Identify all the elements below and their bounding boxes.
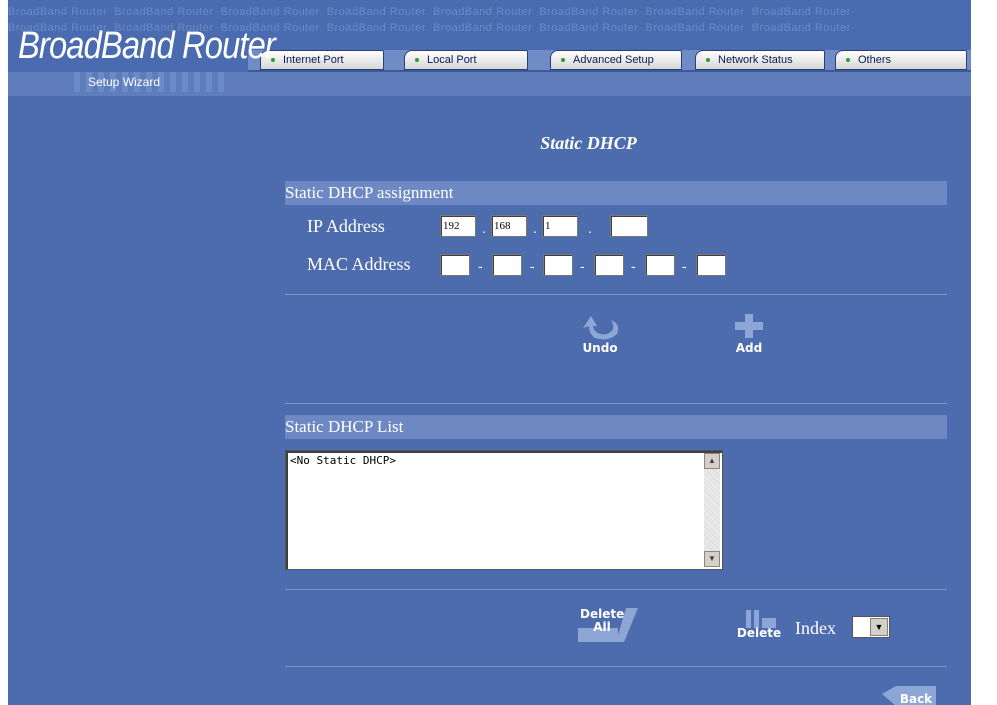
undo-button[interactable]: Undo bbox=[574, 312, 626, 355]
delete-label: Delete bbox=[736, 626, 782, 640]
tab-local-port[interactable]: Local Port bbox=[404, 50, 528, 70]
tab-others[interactable]: Others bbox=[835, 50, 967, 70]
delete-all-button[interactable]: Delete All bbox=[570, 604, 646, 646]
header: BroadBand Router BroadBand Router BroadB… bbox=[8, 0, 971, 96]
mac-octet-6-input[interactable] bbox=[696, 254, 726, 276]
nav-bar: Internet Port Local Port Advanced Setup … bbox=[248, 50, 971, 72]
undo-label: Undo bbox=[582, 341, 618, 355]
tab-advanced-setup[interactable]: Advanced Setup bbox=[550, 50, 682, 70]
back-button[interactable]: Back bbox=[878, 684, 938, 705]
mac-separator: - bbox=[478, 258, 483, 274]
undo-icon bbox=[583, 316, 619, 340]
tab-network-status[interactable]: Network Status bbox=[695, 50, 825, 70]
mac-octet-2-input[interactable] bbox=[492, 254, 522, 276]
mac-octet-3-input[interactable] bbox=[543, 254, 573, 276]
index-label: Index bbox=[795, 618, 836, 638]
ip-address-label: IP Address bbox=[307, 216, 385, 236]
scroll-up-icon[interactable]: ▲ bbox=[704, 453, 720, 469]
scroll-down-icon[interactable]: ▼ bbox=[704, 551, 720, 567]
ip-separator: . bbox=[533, 220, 537, 236]
list-heading: Static DHCP List bbox=[285, 415, 947, 439]
brand-logo: BroadBand Router bbox=[18, 25, 276, 67]
dropdown-arrow-icon[interactable]: ▼ bbox=[870, 618, 888, 636]
ip-octet-4-input[interactable] bbox=[610, 215, 648, 237]
index-select[interactable]: ▼ bbox=[852, 616, 890, 638]
bullet-icon bbox=[706, 58, 710, 63]
divider bbox=[285, 589, 947, 590]
back-label: Back bbox=[899, 692, 933, 705]
watermark-row: BroadBand Router BroadBand Router BroadB… bbox=[8, 6, 851, 18]
mac-octet-4-input[interactable] bbox=[594, 254, 624, 276]
scrollbar[interactable]: ▲ ▼ bbox=[704, 453, 720, 567]
setup-wizard-label: Setup Wizard bbox=[88, 75, 161, 89]
mac-separator: - bbox=[631, 258, 636, 274]
mac-octet-1-input[interactable] bbox=[440, 254, 470, 276]
mac-separator: - bbox=[580, 258, 585, 274]
plus-icon bbox=[735, 314, 763, 338]
mac-separator: - bbox=[682, 258, 687, 274]
divider bbox=[285, 666, 947, 667]
ip-octet-1-input[interactable]: 192 bbox=[440, 215, 476, 237]
tab-internet-port[interactable]: Internet Port bbox=[260, 50, 384, 70]
divider bbox=[285, 294, 947, 295]
divider bbox=[285, 403, 947, 404]
ip-octet-2-input[interactable]: 168 bbox=[491, 215, 527, 237]
add-label: Add bbox=[735, 341, 763, 355]
bullet-icon bbox=[561, 58, 565, 63]
assignment-heading: Static DHCP assignment bbox=[285, 181, 947, 205]
list-item[interactable]: <No Static DHCP> bbox=[290, 454, 396, 467]
mac-separator: - bbox=[530, 258, 535, 274]
bullet-icon bbox=[846, 58, 850, 63]
page-title: Static DHCP bbox=[540, 133, 637, 153]
delete-all-label: Delete All bbox=[580, 607, 625, 634]
setup-wizard-link[interactable]: Setup Wizard bbox=[8, 72, 228, 92]
ip-separator: . bbox=[588, 220, 592, 236]
static-dhcp-listbox[interactable]: <No Static DHCP> ▲ ▼ bbox=[285, 450, 723, 570]
ip-separator: . bbox=[482, 220, 486, 236]
mac-octet-5-input[interactable] bbox=[645, 254, 675, 276]
ip-octet-3-input[interactable]: 1 bbox=[542, 215, 578, 237]
add-button[interactable]: Add bbox=[726, 312, 772, 355]
router-page: BroadBand Router BroadBand Router BroadB… bbox=[8, 0, 971, 705]
bullet-icon bbox=[415, 58, 419, 63]
mac-address-label: MAC Address bbox=[307, 254, 411, 274]
delete-button[interactable]: Delete bbox=[732, 606, 784, 644]
